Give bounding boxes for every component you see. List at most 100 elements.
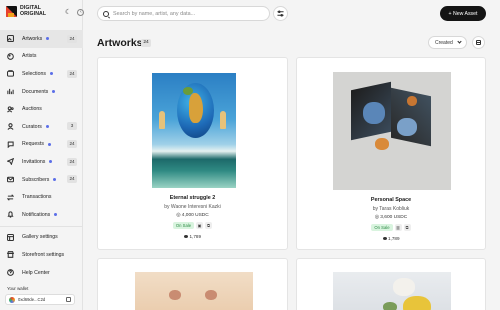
unread-dot	[45, 125, 49, 129]
sidebar-item-label: Requests	[22, 141, 44, 148]
artwork-image[interactable]	[333, 272, 451, 310]
artwork-blob	[375, 138, 389, 150]
artwork-price-value: 3,600 USDC	[380, 215, 408, 220]
artwork-image[interactable]	[152, 73, 236, 188]
theme-toggle-icon[interactable]: ☾	[65, 9, 71, 16]
artwork-blob	[205, 290, 217, 300]
sidebar-item-auctions[interactable]: Auctions	[0, 100, 83, 118]
count-badge: 24	[67, 69, 77, 78]
layout-icon	[476, 40, 481, 45]
person-icon	[7, 123, 14, 131]
artwork-artist[interactable]: by Waone Interesni Kazki	[98, 204, 287, 210]
swap-icon	[7, 193, 14, 201]
sidebar-item-curators[interactable]: Curators 3	[0, 118, 83, 136]
sidebar-item-label: Gallery settings	[22, 234, 58, 241]
sidebar-item-artworks[interactable]: Artworks 24	[0, 30, 83, 48]
unread-dot	[53, 178, 57, 182]
sidebar-item-help-center[interactable]: Help Center	[0, 264, 83, 282]
artwork-blob	[393, 278, 415, 296]
collapse-sidebar-icon[interactable]: ‹	[77, 9, 85, 16]
sidebar-item-label: Notifications	[22, 211, 51, 218]
stats-tag-icon: ▥	[394, 224, 402, 231]
sidebar-item-documents[interactable]: Documents	[0, 83, 83, 101]
unread-dot	[49, 72, 53, 76]
artwork-title[interactable]: Eternal struggle 2	[98, 195, 287, 201]
send-icon	[7, 158, 14, 166]
artwork-artist[interactable]: by Taras Kobliuk	[297, 206, 485, 212]
sort-selected-value: Created	[435, 39, 453, 46]
view-toggle-button[interactable]	[472, 36, 485, 49]
eye-icon	[184, 235, 188, 239]
filter-button[interactable]	[273, 6, 288, 21]
artwork-card[interactable]	[296, 258, 486, 310]
artwork-views: 1,789	[297, 236, 485, 241]
copy-icon[interactable]	[66, 297, 71, 302]
wallet-address-box[interactable]: 0xd69de...C2d	[5, 294, 75, 305]
sort-select[interactable]: Created	[428, 36, 467, 49]
logo[interactable]: DIGITAL ORIGINAL	[6, 5, 46, 18]
artwork-figure-left	[159, 111, 165, 129]
artwork-blob	[403, 296, 431, 310]
unread-dot	[46, 37, 50, 41]
artwork-card[interactable]	[97, 258, 288, 310]
artwork-image[interactable]	[135, 272, 253, 310]
sidebar-item-subscribers[interactable]: Subscribers 24	[0, 171, 83, 189]
artwork-card[interactable]: Eternal struggle 2 by Waone Interesni Ka…	[97, 57, 288, 250]
unread-dot	[49, 160, 53, 164]
sidebar-nav: Artworks 24 Artists Selections 24 Docume…	[0, 30, 83, 281]
chain-tag-icon: ⧉	[205, 222, 213, 229]
sidebar-item-notifications[interactable]: Notifications	[0, 206, 83, 224]
sidebar: DIGITAL ORIGINAL ☾ ‹ Artworks 24 Artists…	[0, 0, 85, 310]
artwork-globe-shape	[177, 83, 214, 138]
storefront-icon	[7, 251, 14, 259]
logo-mark-icon	[6, 6, 17, 18]
artwork-blob	[383, 302, 397, 310]
count-badge: 24	[67, 140, 77, 149]
sidebar-item-transactions[interactable]: Transactions	[0, 188, 83, 206]
artwork-price: ◎ 4,000 USDC	[98, 213, 287, 218]
search-input[interactable]	[113, 10, 263, 17]
artwork-title[interactable]: Personal Space	[297, 197, 485, 203]
sidebar-item-requests[interactable]: Requests 24	[0, 136, 83, 154]
sidebar-item-invitations[interactable]: Invitations 24	[0, 153, 83, 171]
artwork-blob	[169, 290, 181, 300]
mail-icon	[7, 176, 14, 183]
sidebar-item-label: Storefront settings	[22, 251, 65, 258]
sidebar-divider	[0, 225, 83, 227]
artwork-image[interactable]	[333, 72, 451, 190]
sidebar-item-label: Auctions	[22, 106, 42, 113]
artwork-blob	[397, 118, 417, 136]
artwork-blob	[407, 96, 417, 106]
sidebar-item-artists[interactable]: Artists	[0, 48, 83, 66]
views-count: 1,789	[388, 236, 400, 241]
count-badge: 24	[67, 34, 77, 43]
sidebar-item-label: Selections	[22, 70, 46, 77]
artwork-card[interactable]: Personal Space by Taras Kobliuk ◎ 3,600 …	[296, 57, 486, 250]
new-asset-button[interactable]: + New Asset	[440, 6, 486, 21]
chat-icon	[7, 141, 14, 148]
sidebar-item-label: Artworks	[22, 35, 43, 42]
usdc-icon: ◎	[176, 213, 181, 218]
eye-icon	[382, 237, 387, 241]
image-icon	[7, 35, 14, 43]
unread-dot	[52, 90, 56, 94]
sidebar-item-label: Invitations	[22, 158, 46, 165]
logo-text: DIGITAL ORIGINAL	[20, 5, 46, 17]
search-bar[interactable]	[97, 6, 270, 21]
palette-icon	[7, 53, 14, 60]
sidebar-item-selections[interactable]: Selections 24	[0, 65, 83, 83]
sidebar-item-gallery-settings[interactable]: Gallery settings	[0, 229, 83, 247]
search-icon	[103, 10, 109, 17]
users-icon	[7, 106, 14, 113]
sidebar-item-label: Subscribers	[22, 176, 50, 183]
sidebar-item-label: Documents	[22, 88, 49, 95]
folders-icon	[7, 70, 14, 78]
wallet-address: 0xd69de...C2d	[18, 297, 46, 302]
artwork-tags: On Sale ▥ ⧉	[297, 224, 485, 231]
gallery-tag-icon: ▣	[196, 222, 204, 229]
chain-tag-icon: ⧉	[403, 224, 411, 231]
artwork-views: 1,789	[98, 234, 287, 239]
bell-icon	[7, 211, 14, 218]
sidebar-item-storefront-settings[interactable]: Storefront settings	[0, 246, 83, 264]
sidebar-item-label: Transactions	[22, 194, 52, 201]
